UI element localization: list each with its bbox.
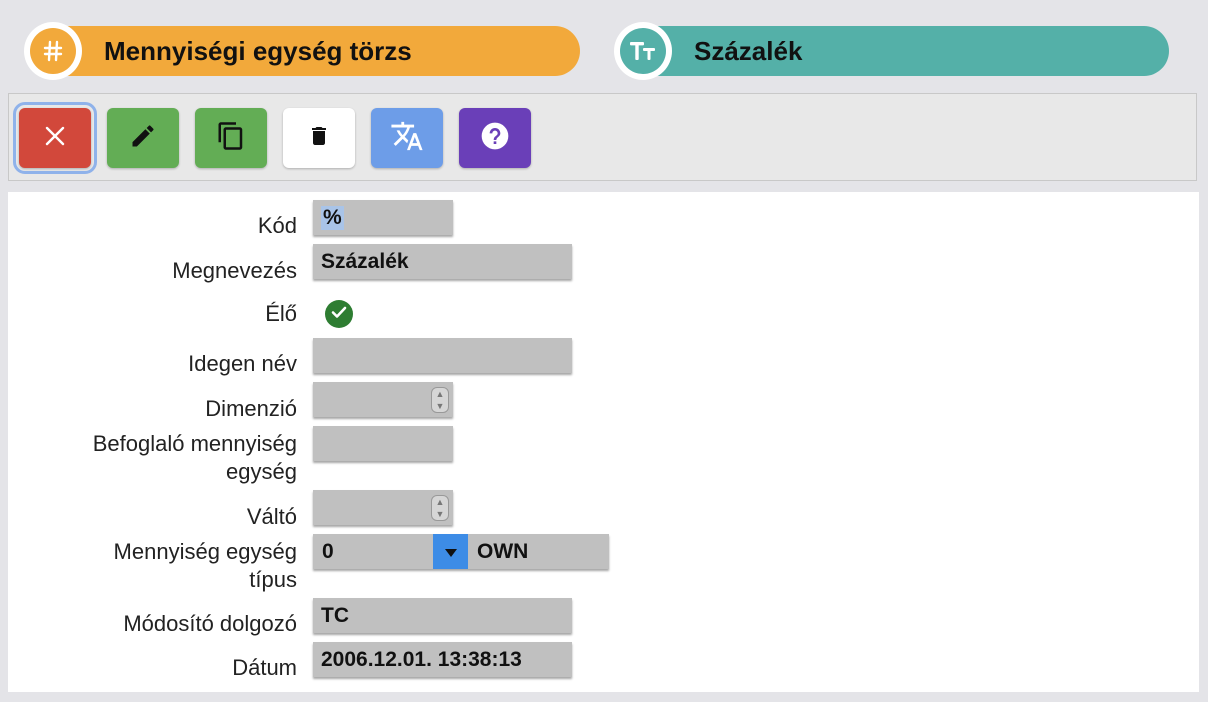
label-befoglalo-line2: egység	[226, 459, 297, 484]
datum-value: 2006.12.01. 13:38:13	[321, 647, 522, 671]
kod-value: %	[321, 205, 344, 230]
befoglalo-field[interactable]	[313, 426, 453, 461]
modosito-value: TC	[321, 603, 349, 627]
megnevezes-field[interactable]: Százalék	[313, 244, 572, 279]
kod-field[interactable]: %	[313, 200, 453, 235]
translate-button[interactable]	[371, 108, 443, 168]
elo-checkbox[interactable]	[325, 300, 353, 328]
valto-stepper[interactable]: ▲ ▼	[431, 495, 449, 521]
caret-down-icon	[444, 540, 458, 564]
close-button[interactable]	[13, 102, 97, 174]
header-title-left: Mennyiségi egység törzs	[104, 35, 412, 66]
label-elo: Élő	[265, 301, 297, 326]
translate-icon	[390, 119, 424, 158]
header-title-right: Százalék	[694, 35, 803, 66]
help-button[interactable]	[459, 108, 531, 168]
label-tipus-line1: Mennyiség egység	[113, 539, 297, 564]
label-kod: Kód	[257, 213, 297, 238]
label-befoglalo-line1: Befoglaló mennyiség	[92, 431, 297, 456]
chevron-down-icon: ▼	[435, 509, 445, 519]
copy-button[interactable]	[195, 108, 267, 168]
label-valto: Váltó	[246, 504, 297, 529]
copy-icon	[216, 121, 246, 156]
header-tab-szazalek[interactable]: Százalék	[614, 22, 1169, 80]
badge	[24, 22, 82, 80]
header-tab-mennyisegi-egyseg[interactable]: Mennyiségi egység törzs	[24, 22, 580, 80]
tipus-select[interactable]: 0 OWN	[313, 534, 609, 569]
trash-icon	[307, 121, 331, 156]
delete-button[interactable]	[283, 108, 355, 168]
toolbar	[8, 93, 1197, 181]
pencil-icon	[129, 122, 157, 155]
check-icon	[330, 303, 348, 326]
edit-button[interactable]	[107, 108, 179, 168]
valto-field[interactable]: ▲ ▼	[313, 490, 453, 525]
chevron-up-icon: ▲	[435, 497, 445, 507]
modosito-field[interactable]: TC	[313, 598, 572, 633]
chevron-down-icon: ▼	[435, 401, 445, 411]
megnevezes-value: Százalék	[321, 249, 409, 273]
tipus-dropdown-button[interactable]	[433, 534, 468, 569]
dimenzio-field[interactable]: ▲ ▼	[313, 382, 453, 417]
badge	[614, 22, 672, 80]
datum-field[interactable]: 2006.12.01. 13:38:13	[313, 642, 572, 677]
close-icon	[44, 125, 66, 152]
label-modosito: Módosító dolgozó	[123, 611, 297, 636]
label-datum: Dátum	[232, 655, 297, 680]
text-type-icon	[620, 28, 666, 74]
label-dimenzio: Dimenzió	[205, 396, 297, 421]
chevron-up-icon: ▲	[435, 389, 445, 399]
dimenzio-stepper[interactable]: ▲ ▼	[431, 387, 449, 413]
tipus-code: 0	[322, 539, 334, 563]
help-icon	[479, 120, 511, 157]
tipus-name: OWN	[477, 539, 529, 563]
label-idegen-nev: Idegen név	[188, 351, 297, 376]
detail-form: Kód % Megnevezés Százalék Élő Idegen név…	[8, 192, 1199, 692]
label-megnevezes: Megnevezés	[172, 258, 297, 283]
label-tipus-line2: típus	[249, 567, 297, 592]
hash-icon	[30, 28, 76, 74]
idegen-nev-field[interactable]	[313, 338, 572, 373]
